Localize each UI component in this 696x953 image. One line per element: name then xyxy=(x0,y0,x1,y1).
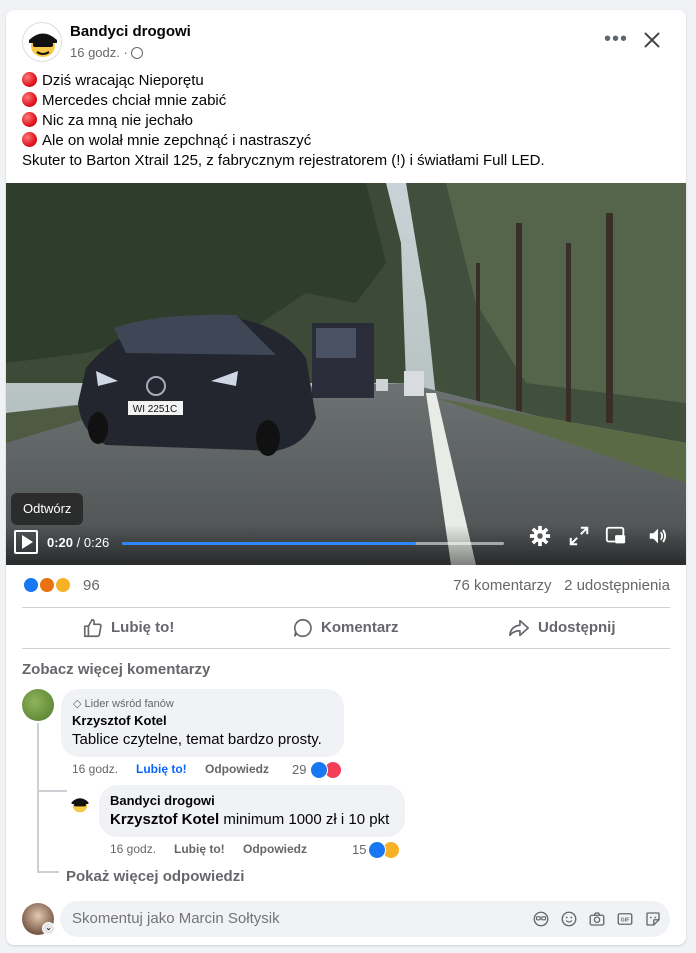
page-name[interactable]: Bandyci drogowi xyxy=(70,23,191,40)
comment-author[interactable]: Krzysztof Kotel xyxy=(72,713,167,728)
haha-reaction-icon xyxy=(54,576,72,594)
gif-icon[interactable]: GIF xyxy=(616,910,634,928)
thread-line-branch xyxy=(37,790,67,792)
video-current-time: 0:20 xyxy=(47,535,74,550)
angry-reaction-icon xyxy=(38,576,56,594)
thumbs-up-icon xyxy=(83,618,102,638)
post-header: Bandyci drogowi 16 godz. · ••• xyxy=(6,10,686,70)
comment-like-button[interactable]: Lubię to! xyxy=(136,762,187,776)
play-tooltip: Odtwórz xyxy=(11,493,84,525)
red-circle-icon xyxy=(22,112,37,127)
like-reaction-icon xyxy=(310,761,328,779)
post-actions: Lubię to! Komentarz Udostępnij xyxy=(22,609,670,647)
post-line: Dziś wracając Nieporętu xyxy=(22,71,672,91)
reply-mention[interactable]: Krzysztof Kotel xyxy=(110,811,219,828)
reply-meta: 16 godz. Lubię to! Odpowiedz 15 xyxy=(110,841,410,860)
avatar-sticker-icon[interactable] xyxy=(532,910,550,928)
post-card: Bandyci drogowi 16 godz. · ••• Dziś wrac… xyxy=(6,10,686,945)
reply-text-line: Krzysztof Kotel minimum 1000 zł i 10 pkt xyxy=(110,811,389,828)
see-more-comments-link[interactable]: Zobacz więcej komentarzy xyxy=(22,661,210,678)
volume-icon[interactable] xyxy=(647,525,669,547)
svg-text:GIF: GIF xyxy=(621,918,631,924)
divider xyxy=(22,648,670,649)
reply-text: minimum 1000 zł i 10 pkt xyxy=(223,811,390,828)
thread-line-branch xyxy=(37,871,59,873)
video-time: 0:20 / 0:26 xyxy=(47,535,109,550)
picture-in-picture-icon[interactable] xyxy=(605,525,627,547)
post-text: Dziś wracając Nieporętu Mercedes chciał … xyxy=(22,71,672,171)
comment-button-label: Komentarz xyxy=(321,619,399,636)
fan-badge: ◇ Lider wśród fanów xyxy=(73,697,174,710)
post-time[interactable]: 16 godz. · xyxy=(70,45,143,60)
comment-composer: GIF xyxy=(60,901,670,937)
thread-line xyxy=(37,723,39,873)
post-line: Nic za mną nie jechało xyxy=(22,111,672,131)
seek-bar[interactable] xyxy=(122,542,504,545)
comment-time[interactable]: 16 godz. xyxy=(72,762,118,776)
show-more-replies-link[interactable]: Pokaż więcej odpowiedzi xyxy=(66,868,244,885)
like-reaction-icon xyxy=(22,576,40,594)
emoji-icon[interactable] xyxy=(560,910,578,928)
like-button-label: Lubię to! xyxy=(111,619,175,636)
post-last-line: Skuter to Barton Xtrail 125, z fabryczny… xyxy=(22,152,545,169)
red-circle-icon xyxy=(22,92,37,107)
red-circle-icon xyxy=(22,132,37,147)
comment-input[interactable] xyxy=(72,901,512,937)
settings-gear-icon[interactable] xyxy=(529,525,551,547)
globe-icon xyxy=(130,47,143,59)
comment-meta: 16 godz. Lubię to! Odpowiedz 29 xyxy=(72,761,352,780)
comment-reply-button[interactable]: Odpowiedz xyxy=(205,762,269,776)
reply-bubble: Bandyci drogowi Krzysztof Kotel minimum … xyxy=(99,785,405,837)
shares-count[interactable]: 2 udostępnienia xyxy=(564,577,670,594)
comment-bubble-icon xyxy=(293,618,312,638)
comment-reaction-count[interactable]: 29 xyxy=(292,762,306,777)
post-line-text: Ale on wolał mnie zepchnąć i nastraszyć xyxy=(42,132,312,149)
fullscreen-icon[interactable] xyxy=(568,525,590,547)
divider xyxy=(22,607,670,608)
comments-count[interactable]: 76 komentarzy xyxy=(453,577,551,594)
video-frame: WI 2251C xyxy=(6,183,686,565)
commenter-avatar[interactable] xyxy=(22,689,54,721)
like-reaction-icon xyxy=(368,841,386,859)
reaction-count[interactable]: 96 xyxy=(83,577,100,594)
reply-author-avatar[interactable] xyxy=(68,792,92,816)
post-line: Ale on wolał mnie zepchnąć i nastraszyć xyxy=(22,131,672,151)
post-time-text[interactable]: 16 godz. · xyxy=(70,45,128,60)
share-arrow-icon xyxy=(509,619,529,637)
fan-badge-label: Lider wśród fanów xyxy=(84,698,174,710)
page-avatar[interactable] xyxy=(22,22,62,62)
red-circle-icon xyxy=(22,72,37,87)
reply-author[interactable]: Bandyci drogowi xyxy=(110,793,215,808)
sticker-icon[interactable] xyxy=(644,910,662,928)
diamond-icon: ◇ xyxy=(73,698,82,710)
video-player[interactable]: WI 2251C Odtwórz 0:20 / 0:26 xyxy=(6,183,686,565)
reply-reaction-count[interactable]: 15 xyxy=(352,842,366,857)
reply-like-button[interactable]: Lubię to! xyxy=(174,842,225,856)
share-button[interactable]: Udostępnij xyxy=(508,609,616,647)
reply-time[interactable]: 16 godz. xyxy=(110,842,156,856)
license-plate: WI 2251C xyxy=(133,404,177,415)
post-stats: 96 76 komentarzy 2 udostępnienia xyxy=(22,576,670,598)
reply-reply-button[interactable]: Odpowiedz xyxy=(243,842,307,856)
chevron-down-icon[interactable]: ⌄ xyxy=(42,922,55,935)
post-line-text: Mercedes chciał mnie zabić xyxy=(42,92,227,109)
camera-icon[interactable] xyxy=(588,910,606,928)
comment-share-counts: 76 komentarzy 2 udostępnienia xyxy=(453,577,670,594)
more-options-icon[interactable]: ••• xyxy=(604,28,628,52)
comment-bubble: ◇ Lider wśród fanów Krzysztof Kotel Tabl… xyxy=(61,689,344,757)
close-icon[interactable] xyxy=(640,28,664,52)
seek-bar-fill xyxy=(122,542,417,545)
video-controls: 0:20 / 0:26 xyxy=(6,525,686,565)
video-duration: / 0:26 xyxy=(76,535,110,550)
play-icon[interactable] xyxy=(14,530,38,554)
post-line-text: Dziś wracając Nieporętu xyxy=(42,72,204,89)
post-line-text: Nic za mną nie jechało xyxy=(42,112,193,129)
comment-button[interactable]: Komentarz xyxy=(292,609,399,647)
comment-text: Tablice czytelne, temat bardzo prosty. xyxy=(72,731,322,748)
post-line: Mercedes chciał mnie zabić xyxy=(22,91,672,111)
share-button-label: Udostępnij xyxy=(538,619,616,636)
like-button[interactable]: Lubię to! xyxy=(82,609,174,647)
